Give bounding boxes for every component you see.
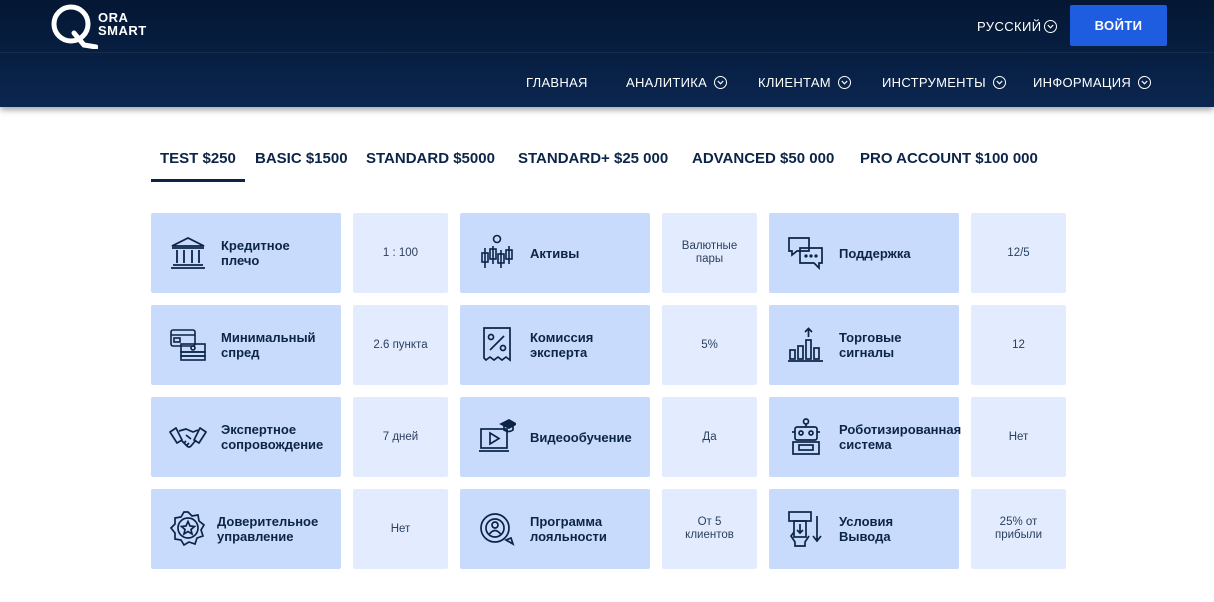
feature-value-assets: Валютные пары [662, 213, 757, 293]
feature-label: Видеообучение [530, 429, 632, 445]
robot-icon [792, 418, 820, 455]
logo-q-mark [51, 4, 98, 49]
chevron-down-icon [837, 75, 851, 89]
feature-value-spread: 2.6 пункта [353, 305, 448, 385]
login-button[interactable]: ВОЙТИ [1070, 5, 1167, 46]
site-header: ORA SMART РУССКИЙ ВОЙТИ ГЛАВНАЯ АНАЛИТИК… [0, 0, 1214, 107]
feature-label: Минимальный спред [221, 330, 316, 360]
feature-card-withdrawal: Условия Вывода [769, 489, 959, 569]
feature-label: Экспертное сопровождение [221, 422, 324, 452]
video-course-icon [479, 419, 516, 452]
feature-card-video-course: Видеообучение [460, 397, 650, 477]
chevron-down-icon [992, 75, 1006, 89]
feature-label: Активы [530, 245, 580, 261]
feature-card-robot: Роботизированная система [769, 397, 961, 477]
cash-card-icon [170, 329, 206, 361]
tab-pro-account[interactable]: PRO ACCOUNT $100 000 [860, 150, 1038, 167]
header-divider [0, 52, 1214, 53]
feature-label: Доверительное управление [217, 514, 319, 544]
feature-value-leverage: 1 : 100 [353, 213, 448, 293]
tab-standard-plus[interactable]: STANDARD+ $25 000 [518, 150, 668, 167]
nav-item-information[interactable]: ИНФОРМАЦИЯ [1033, 74, 1152, 90]
nav-item-label: КЛИЕНТАМ [758, 74, 831, 90]
feature-value-loyalty: От 5 клиентов [662, 489, 757, 569]
feature-label: Программа лояльности [530, 514, 607, 544]
feature-card-trust-management: Доверительное управление [151, 489, 341, 569]
language-label: РУССКИЙ [977, 18, 1042, 34]
assets-candles-icon [481, 234, 513, 268]
feature-value-signals: 12 [971, 305, 1066, 385]
star-badge-icon [169, 511, 206, 547]
chat-bubbles-icon [788, 237, 823, 271]
feature-label: Роботизированная система [839, 422, 962, 452]
feature-value-video-course: Да [662, 397, 757, 477]
nav-item-analytics[interactable]: АНАЛИТИКА [626, 74, 728, 90]
feature-card-spread: Минимальный спред [151, 305, 341, 385]
receipt-percent-icon [483, 327, 511, 362]
nav-item-home[interactable]: ГЛАВНАЯ [526, 74, 588, 90]
tab-advanced[interactable]: ADVANCED $50 000 [692, 150, 834, 167]
nav-item-label: ГЛАВНАЯ [526, 74, 588, 90]
chevron-down-icon [1138, 75, 1152, 89]
feature-value-support: 12/5 [971, 213, 1066, 293]
feature-value-expert-support: 7 дней [353, 397, 448, 477]
loyalty-user-icon [480, 513, 515, 546]
withdrawal-icon [788, 511, 822, 547]
feature-card-expert-support: Экспертное сопровождение [151, 397, 341, 477]
feature-label: Поддержка [839, 245, 911, 261]
feature-value-robot: Нет [971, 397, 1066, 477]
language-selector[interactable]: РУССКИЙ [977, 18, 1058, 34]
active-tab-indicator [151, 179, 245, 182]
feature-card-support: Поддержка [769, 213, 959, 293]
feature-label: Комиссия эксперта [530, 330, 594, 360]
feature-label: Торговые сигналы [839, 330, 902, 360]
feature-value-expert-fee: 5% [662, 305, 757, 385]
nav-item-clients[interactable]: КЛИЕНТАМ [758, 74, 851, 90]
feature-card-expert-fee: Комиссия эксперта [460, 305, 650, 385]
tab-standard[interactable]: STANDARD $5000 [366, 150, 495, 167]
feature-card-loyalty: Программа лояльности [460, 489, 650, 569]
feature-card-assets: Активы [460, 213, 650, 293]
nav-item-tools[interactable]: ИНСТРУМЕНТЫ [882, 74, 1006, 90]
feature-card-leverage: Кредитное плечо [151, 213, 341, 293]
chevron-down-icon [1044, 19, 1058, 33]
bank-icon [171, 236, 205, 269]
chevron-down-icon [714, 75, 728, 89]
tab-test[interactable]: TEST $250 [160, 150, 236, 167]
nav-item-label: АНАЛИТИКА [626, 74, 708, 90]
handshake-icon [169, 427, 207, 448]
tab-basic[interactable]: BASIC $1500 [255, 150, 348, 167]
feature-label: Условия Вывода [839, 514, 894, 544]
signals-chart-icon [788, 327, 823, 362]
feature-card-signals: Торговые сигналы [769, 305, 959, 385]
logo[interactable]: ORA SMART [50, 3, 160, 49]
logo-text-line2: SMART [98, 23, 147, 38]
nav-item-label: ИНФОРМАЦИЯ [1033, 74, 1132, 90]
feature-value-withdrawal: 25% от прибыли [971, 489, 1066, 569]
nav-item-label: ИНСТРУМЕНТЫ [882, 74, 986, 90]
feature-value-trust-management: Нет [353, 489, 448, 569]
feature-label: Кредитное плечо [221, 238, 290, 268]
